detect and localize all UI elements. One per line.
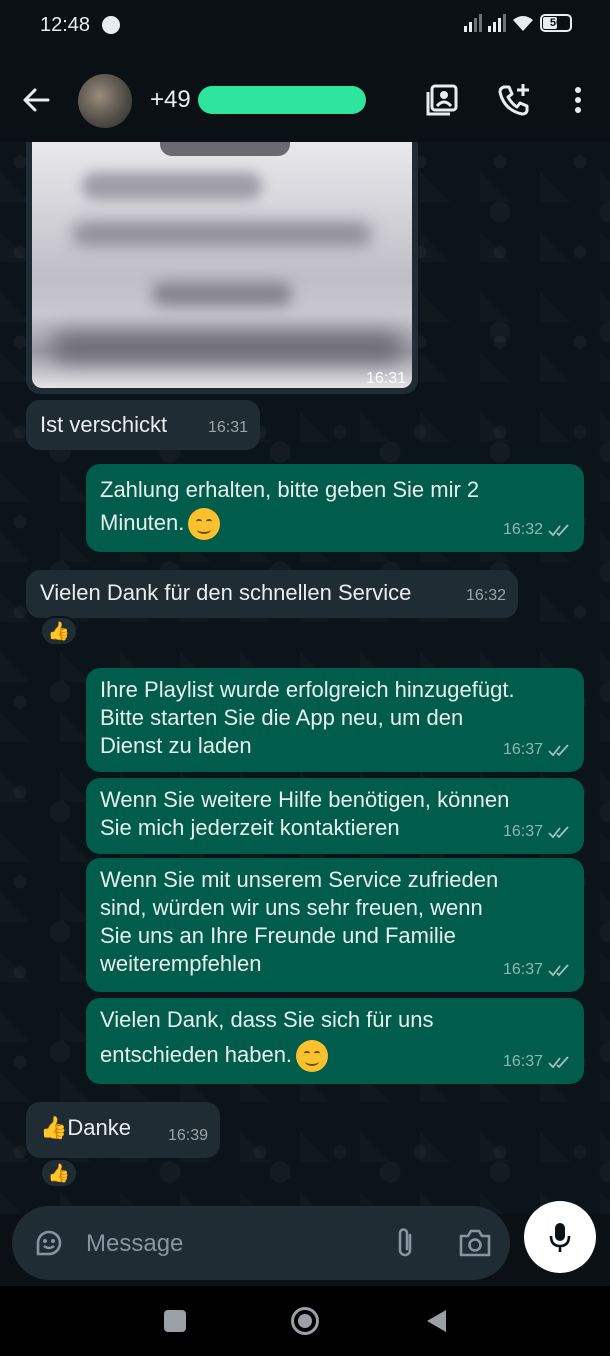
wifi-icon [513,16,533,31]
smiling-face-emoji [296,1040,329,1072]
notification-app-icon [102,16,120,34]
message-line: Vielen Dank, dass Sie sich für uns [100,1007,434,1032]
chat-area[interactable]: 16:31 Ist verschickt 16:31 Zahlung erhal… [0,142,610,1214]
status-time: 12:48 [40,14,91,36]
message-line: Ihre Playlist wurde erfolgreich hinzugef… [100,677,515,702]
microphone-icon [549,1223,571,1252]
outgoing-message[interactable]: Wenn Sie weitere Hilfe benötigen, können… [86,778,584,854]
message-line: weiterempfehlen [100,951,262,976]
message-time: 16:37 [502,741,543,758]
reaction-badge[interactable]: 👍 [40,616,78,646]
message-line: Dienst zu laden [100,733,252,758]
battery-icon: 50 [540,14,572,32]
incoming-message[interactable]: 👍Danke 16:39 [26,1102,220,1158]
incoming-message[interactable]: Ist verschickt 16:31 [26,400,260,450]
contact-name[interactable]: +49 [150,86,191,114]
message-time: 16:31 [365,370,406,387]
contact-card-icon[interactable] [424,82,460,118]
message-line: sind, würden wir uns sehr freuen, wenn [100,895,483,920]
incoming-message[interactable]: Vielen Dank für den schnellen Service 16… [26,570,518,618]
message-line: Wenn Sie weitere Hilfe benötigen, können [100,787,510,812]
image-message[interactable]: 16:31 [26,142,418,394]
message-line: Wenn Sie mit unserem Service zufrieden [100,867,499,892]
message-time: 16:31 [207,419,248,436]
status-indicators: 50 [464,14,572,32]
status-bar: 12:48 50 [0,0,610,52]
add-call-icon[interactable] [496,82,532,118]
contact-avatar[interactable] [78,74,132,128]
read-receipt-icon [548,964,569,977]
reaction-badge[interactable]: 👍 [40,1158,78,1188]
outgoing-message[interactable]: Zahlung erhalten, bitte geben Sie mir 2 … [86,464,584,552]
message-time: 16:39 [167,1127,208,1144]
read-receipt-icon [548,524,569,537]
redaction-mark [198,86,366,114]
message-time: 16:37 [502,823,543,840]
home-icon[interactable] [290,1306,320,1336]
outgoing-message[interactable]: Vielen Dank, dass Sie sich für uns entsc… [86,998,584,1084]
recents-icon[interactable] [162,1308,188,1334]
battery-percent: 50 [549,17,563,29]
message-line: Sie mich jederzeit kontaktieren [100,815,400,840]
message-composer [12,1206,510,1280]
signal-icon [464,14,482,32]
back-arrow-icon[interactable] [22,86,50,114]
signal-2-icon [488,14,506,32]
message-time: 16:37 [502,1053,543,1070]
chat-header: +49 [0,52,610,142]
read-receipt-icon [548,744,569,757]
outgoing-message[interactable]: Wenn Sie mit unserem Service zufrieden s… [86,858,584,992]
message-line: Minuten. [100,509,185,535]
message-line: entschieden haben. [100,1041,293,1067]
outgoing-message[interactable]: Ihre Playlist wurde erfolgreich hinzugef… [86,668,584,772]
read-receipt-icon [548,826,569,839]
system-navigation-bar [0,1286,610,1356]
camera-icon[interactable] [458,1228,492,1258]
message-time: 16:37 [502,961,543,978]
message-line: Sie uns an Ihre Freunde und Familie [100,923,456,948]
attach-icon[interactable] [390,1226,420,1260]
message-input[interactable] [84,1226,368,1262]
more-vert-icon[interactable] [560,82,596,118]
message-time: 16:32 [502,521,543,538]
back-nav-icon[interactable] [424,1308,450,1334]
voice-message-button[interactable] [524,1201,596,1273]
message-text: Vielen Dank für den schnellen Service [40,580,412,605]
smiling-face-emoji [188,508,221,540]
message-line: Zahlung erhalten, bitte geben Sie mir 2 [100,477,480,502]
message-time: 16:32 [465,587,506,604]
message-line: Bitte starten Sie die App neu, um den [100,705,464,730]
sticker-icon[interactable] [34,1228,64,1258]
read-receipt-icon [548,1056,569,1069]
blurred-image[interactable] [32,142,412,388]
